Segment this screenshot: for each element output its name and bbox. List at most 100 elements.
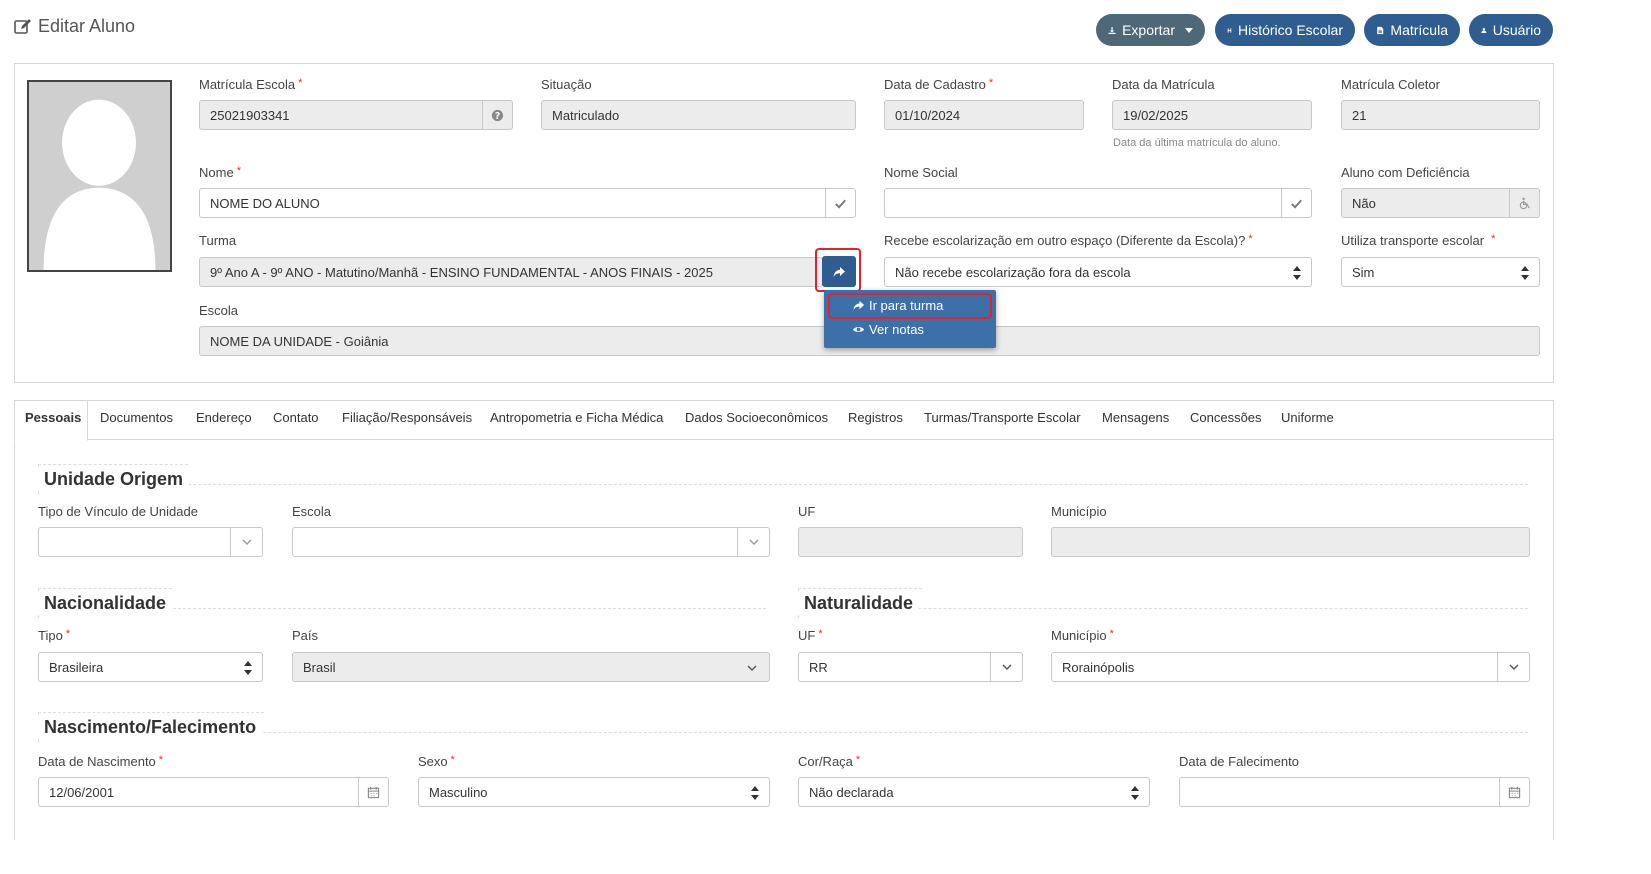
- nacionalidade-tipo-select[interactable]: Brasileira: [38, 652, 263, 682]
- matricula-button-label: Matrícula: [1390, 22, 1448, 38]
- naturalidade-municipio-label: Município *: [1051, 628, 1114, 643]
- caret-down-icon: [1185, 27, 1193, 33]
- tipo-vinculo-select[interactable]: [38, 527, 263, 557]
- data-matricula-field: 19/02/2025: [1112, 100, 1312, 130]
- origem-municipio-field: [1051, 527, 1530, 557]
- section-title-nacionalidade: Nacionalidade: [38, 593, 173, 614]
- select-arrows-icon: [244, 661, 252, 675]
- export-button-label: Exportar: [1122, 22, 1175, 38]
- pais-value: Brasil: [303, 659, 336, 675]
- escola-label: Escola: [199, 303, 239, 318]
- tab-antropometria[interactable]: Antropometria e Ficha Médica: [490, 410, 663, 425]
- nome-social-input[interactable]: [884, 188, 1312, 218]
- user-silhouette-icon: [29, 82, 170, 270]
- situacao-field: Matriculado: [541, 100, 856, 130]
- nome-input[interactable]: NOME DO ALUNO: [199, 188, 856, 218]
- tab-mensagens[interactable]: Mensagens: [1102, 410, 1169, 425]
- tab-turmas-transporte[interactable]: Turmas/Transporte Escolar: [924, 410, 1081, 425]
- tab-uniforme[interactable]: Uniforme: [1281, 410, 1334, 425]
- data-falecimento-input[interactable]: [1179, 777, 1530, 807]
- section-title-unidade-origem: Unidade Origem: [38, 469, 190, 490]
- nome-value: NOME DO ALUNO: [210, 195, 320, 211]
- share-arrow-icon: [833, 266, 845, 277]
- naturalidade-uf-label: UF *: [798, 628, 823, 643]
- data-nascimento-label: Data de Nascimento *: [38, 754, 164, 769]
- chevron-down-icon: [1497, 653, 1529, 681]
- deficiencia-value: Não: [1352, 195, 1376, 211]
- export-button[interactable]: Exportar: [1096, 14, 1205, 46]
- tab-pessoais[interactable]: Pessoais: [25, 410, 81, 425]
- data-cadastro-label: Data de Cadastro *: [884, 77, 994, 92]
- matricula-button[interactable]: Matrícula: [1364, 14, 1460, 46]
- turma-field: 9º Ano A - 9º ANO - Matutino/Manhã - ENS…: [199, 257, 823, 287]
- check-icon: [825, 189, 855, 217]
- data-matricula-label: Data da Matrícula: [1112, 77, 1215, 92]
- escolarizacao-value: Não recebe escolarização fora da escola: [895, 264, 1131, 280]
- svg-text:?: ?: [495, 110, 500, 121]
- tab-documentos[interactable]: Documentos: [100, 410, 173, 425]
- naturalidade-uf-select[interactable]: RR: [798, 652, 1023, 682]
- menu-item-highlight: [828, 293, 992, 319]
- historico-escolar-button[interactable]: Histórico Escolar: [1215, 14, 1355, 46]
- naturalidade-municipio-select[interactable]: Rorainópolis: [1051, 652, 1530, 682]
- situacao-label: Situação: [541, 77, 592, 92]
- escolarizacao-select[interactable]: Não recebe escolarização fora da escola: [884, 257, 1312, 287]
- origem-escola-select[interactable]: [292, 527, 770, 557]
- origem-uf-label: UF: [798, 504, 816, 519]
- calendar-icon[interactable]: [358, 778, 388, 806]
- data-matricula-hint: Data da última matrícula do aluno.: [1113, 137, 1281, 149]
- nacionalidade-tipo-label: Tipo *: [38, 628, 71, 643]
- select-arrows-icon: [751, 786, 759, 800]
- calendar-icon[interactable]: [1499, 778, 1529, 806]
- nome-label: Nome *: [199, 165, 241, 180]
- pais-select[interactable]: Brasil: [292, 652, 770, 682]
- section-title-naturalidade: Naturalidade: [798, 593, 920, 614]
- matricula-coletor-label: Matrícula Coletor: [1341, 77, 1440, 92]
- tab-socioeconomicos[interactable]: Dados Socioeconômicos: [685, 410, 828, 425]
- cor-raca-select[interactable]: Não declarada: [798, 777, 1150, 807]
- deficiencia-field: Não: [1341, 188, 1540, 218]
- escolarizacao-label: Recebe escolarização em outro espaço (Di…: [884, 233, 1253, 248]
- student-photo[interactable]: [27, 80, 172, 272]
- usuario-button[interactable]: Usuário: [1469, 14, 1553, 46]
- select-arrows-icon: [1521, 266, 1529, 280]
- data-nascimento-input[interactable]: 12/06/2001: [38, 777, 389, 807]
- turma-actions-button[interactable]: [822, 256, 856, 287]
- cor-raca-value: Não declarada: [809, 784, 894, 800]
- tab-concessoes[interactable]: Concessões: [1190, 410, 1262, 425]
- menu-item-ver-notas[interactable]: Ver notas: [852, 322, 924, 337]
- data-nascimento-value: 12/06/2001: [49, 784, 115, 800]
- tab-registros[interactable]: Registros: [848, 410, 903, 425]
- pais-label: País: [292, 628, 319, 643]
- tab-contato[interactable]: Contato: [273, 410, 319, 425]
- help-icon[interactable]: ?: [482, 101, 512, 129]
- tab-endereco[interactable]: Endereço: [196, 410, 252, 425]
- cor-raca-label: Cor/Raça *: [798, 754, 861, 769]
- nome-social-label: Nome Social: [884, 165, 958, 180]
- h-letter-icon: [1227, 27, 1232, 33]
- turma-label: Turma: [199, 233, 237, 248]
- tab-filiacao[interactable]: Filiação/Responsáveis: [342, 410, 472, 425]
- download-icon: [1108, 26, 1116, 34]
- chevron-down-icon: [737, 528, 769, 556]
- transporte-select[interactable]: Sim: [1341, 257, 1540, 287]
- origem-escola-label: Escola: [292, 504, 332, 519]
- sexo-select[interactable]: Masculino: [418, 777, 770, 807]
- historico-button-label: Histórico Escolar: [1237, 22, 1343, 38]
- chevron-down-icon: [747, 665, 757, 671]
- naturalidade-uf-value: RR: [809, 659, 828, 675]
- origem-uf-field: [798, 527, 1023, 557]
- usuario-button-label: Usuário: [1492, 22, 1541, 38]
- wheelchair-icon: [1509, 189, 1539, 217]
- tipo-vinculo-label: Tipo de Vínculo de Unidade: [38, 504, 198, 519]
- section-title-nascimento: Nascimento/Falecimento: [38, 717, 263, 738]
- matricula-escola-label: Matrícula Escola *: [199, 77, 303, 92]
- section-divider: [38, 484, 1528, 485]
- transporte-label: Utiliza transporte escolar *: [1341, 233, 1496, 248]
- naturalidade-municipio-value: Rorainópolis: [1062, 659, 1135, 675]
- document-icon: [1377, 26, 1384, 34]
- eye-icon: [852, 327, 865, 332]
- data-cadastro-field: 01/10/2024: [884, 100, 1084, 130]
- matricula-escola-field[interactable]: 25021903341 ?: [199, 100, 513, 130]
- transporte-value: Sim: [1352, 264, 1375, 280]
